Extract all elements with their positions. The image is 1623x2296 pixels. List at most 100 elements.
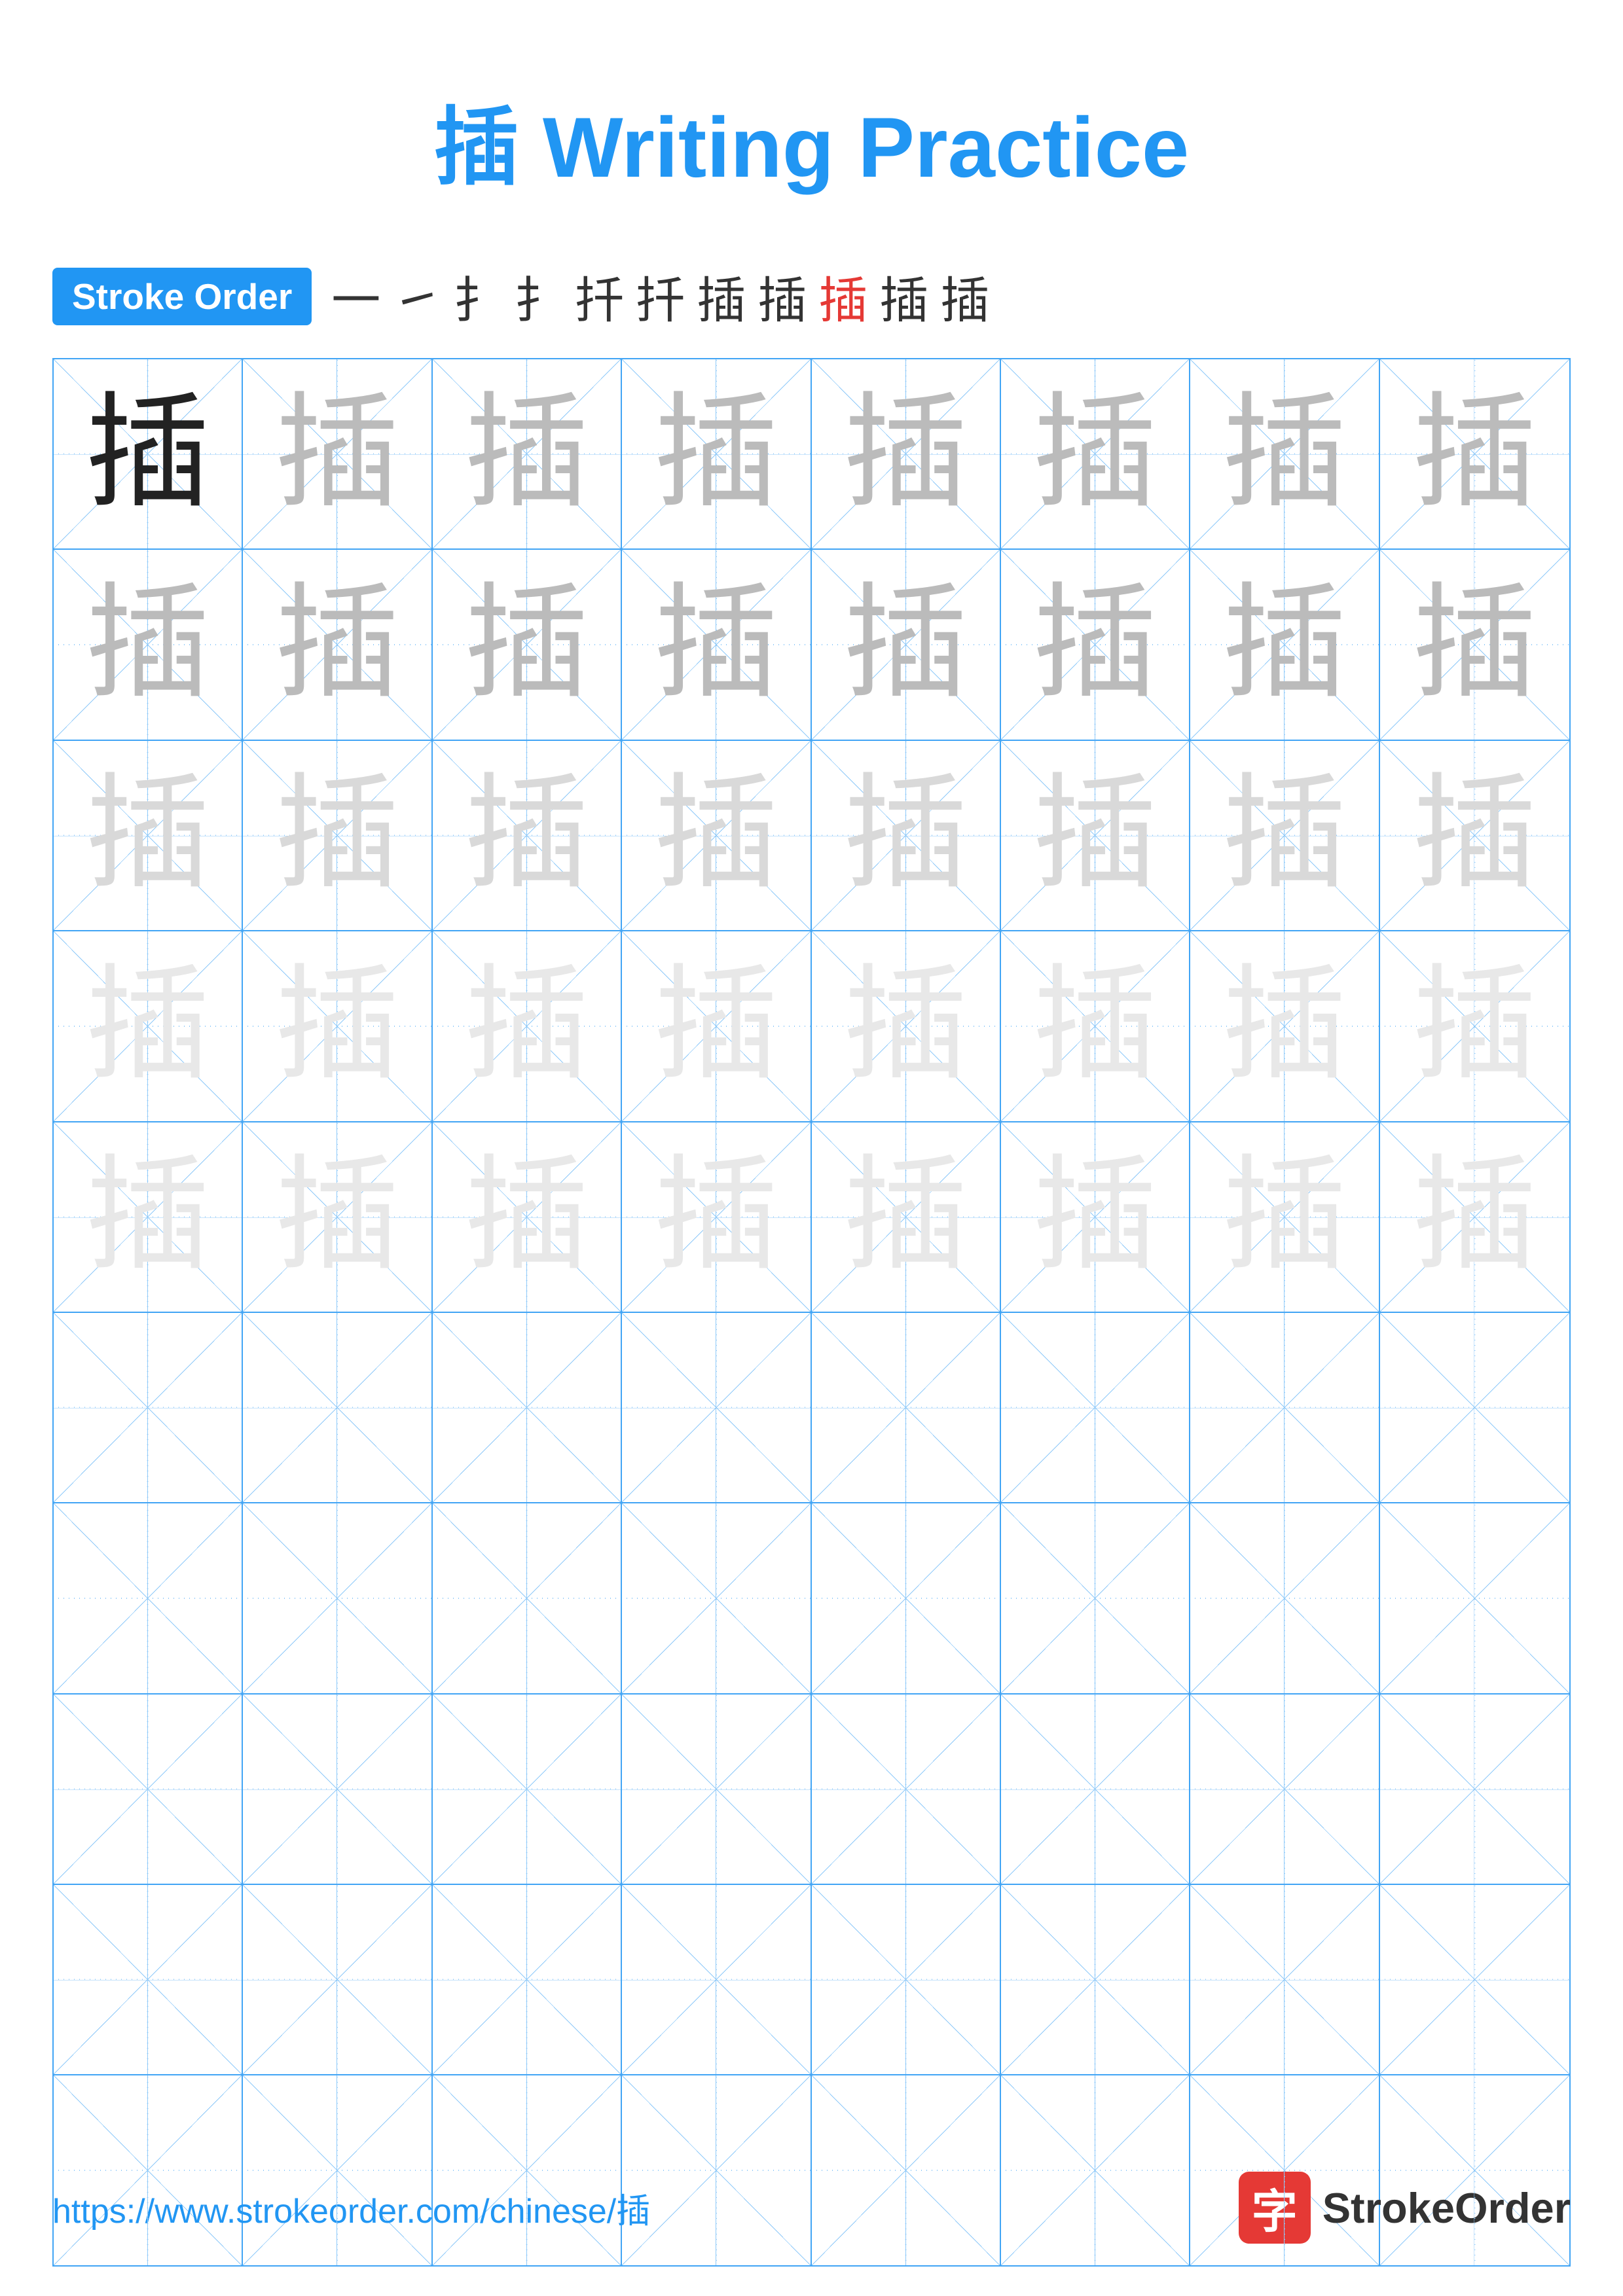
- cell-8-8[interactable]: [1380, 1695, 1569, 1884]
- cell-1-4[interactable]: 插: [622, 359, 811, 548]
- cell-2-7[interactable]: 插: [1190, 550, 1379, 739]
- cell-6-2[interactable]: [243, 1313, 432, 1502]
- cell-3-7[interactable]: 插: [1190, 741, 1379, 930]
- stroke-10: 插: [879, 260, 928, 332]
- page-title: 插 Writing Practice: [0, 0, 1623, 241]
- cell-4-7[interactable]: 插: [1190, 931, 1379, 1121]
- cell-5-2[interactable]: 插: [243, 1122, 432, 1312]
- cell-4-3[interactable]: 插: [433, 931, 622, 1121]
- cell-9-8[interactable]: [1380, 1885, 1569, 2074]
- grid-row-2: 插 插 插 插 插 插 插 插: [54, 550, 1569, 740]
- cell-6-1[interactable]: [54, 1313, 243, 1502]
- stroke-3: 扌: [453, 260, 502, 332]
- cell-7-7[interactable]: [1190, 1503, 1379, 1693]
- char-mid: 插: [654, 392, 778, 516]
- footer: https://www.strokeorder.com/chinese/插 字 …: [52, 2172, 1571, 2244]
- cell-2-1[interactable]: 插: [54, 550, 243, 739]
- cell-3-8[interactable]: 插: [1380, 741, 1569, 930]
- stroke-order-badge: Stroke Order: [52, 268, 312, 325]
- char-mid: 插: [843, 392, 968, 516]
- grid-row-9: [54, 1885, 1569, 2075]
- stroke-8: 插: [757, 260, 807, 332]
- cell-8-2[interactable]: [243, 1695, 432, 1884]
- char-mid: 插: [464, 392, 589, 516]
- cell-9-2[interactable]: [243, 1885, 432, 2074]
- cell-5-8[interactable]: 插: [1380, 1122, 1569, 1312]
- cell-3-1[interactable]: 插: [54, 741, 243, 930]
- cell-4-1[interactable]: 插: [54, 931, 243, 1121]
- stroke-5: 扦: [575, 260, 624, 332]
- cell-8-6[interactable]: [1001, 1695, 1190, 1884]
- cell-6-8[interactable]: [1380, 1313, 1569, 1502]
- cell-8-7[interactable]: [1190, 1695, 1379, 1884]
- cell-2-6[interactable]: 插: [1001, 550, 1190, 739]
- cell-6-5[interactable]: [812, 1313, 1001, 1502]
- cell-8-5[interactable]: [812, 1695, 1001, 1884]
- cell-3-5[interactable]: 插: [812, 741, 1001, 930]
- cell-1-3[interactable]: 插: [433, 359, 622, 548]
- cell-5-3[interactable]: 插: [433, 1122, 622, 1312]
- cell-8-4[interactable]: [622, 1695, 811, 1884]
- cell-1-1[interactable]: 插: [54, 359, 243, 548]
- cell-6-3[interactable]: [433, 1313, 622, 1502]
- cell-2-8[interactable]: 插: [1380, 550, 1569, 739]
- cell-8-1[interactable]: [54, 1695, 243, 1884]
- footer-url[interactable]: https://www.strokeorder.com/chinese/插: [52, 2183, 650, 2233]
- cell-3-6[interactable]: 插: [1001, 741, 1190, 930]
- cell-4-4[interactable]: 插: [622, 931, 811, 1121]
- cell-9-3[interactable]: [433, 1885, 622, 2074]
- cell-7-8[interactable]: [1380, 1503, 1569, 1693]
- cell-3-3[interactable]: 插: [433, 741, 622, 930]
- grid-row-7: [54, 1503, 1569, 1694]
- stroke-9: 插: [818, 260, 867, 332]
- practice-grid: 插 插 插 插 插 插 插 插 插 插 插 插 插 插 插 插: [52, 358, 1571, 2267]
- cell-9-7[interactable]: [1190, 1885, 1379, 2074]
- char-mid: 插: [1222, 392, 1347, 516]
- cell-1-5[interactable]: 插: [812, 359, 1001, 548]
- cell-3-2[interactable]: 插: [243, 741, 432, 930]
- cell-6-4[interactable]: [622, 1313, 811, 1502]
- cell-7-5[interactable]: [812, 1503, 1001, 1693]
- stroke-order-row: Stroke Order 一 ㇀ 扌 扌 扦 扦 插 插 插 插 插: [0, 241, 1623, 358]
- cell-7-2[interactable]: [243, 1503, 432, 1693]
- cell-9-6[interactable]: [1001, 1885, 1190, 2074]
- cell-5-6[interactable]: 插: [1001, 1122, 1190, 1312]
- grid-row-3: 插 插 插 插 插 插 插 插: [54, 741, 1569, 931]
- cell-5-1[interactable]: 插: [54, 1122, 243, 1312]
- cell-7-3[interactable]: [433, 1503, 622, 1693]
- grid-row-1: 插 插 插 插 插 插 插 插: [54, 359, 1569, 550]
- cell-4-2[interactable]: 插: [243, 931, 432, 1121]
- cell-5-4[interactable]: 插: [622, 1122, 811, 1312]
- cell-5-7[interactable]: 插: [1190, 1122, 1379, 1312]
- stroke-4: 扌: [514, 260, 563, 332]
- cell-4-5[interactable]: 插: [812, 931, 1001, 1121]
- cell-2-2[interactable]: 插: [243, 550, 432, 739]
- stroke-2: ㇀: [392, 260, 441, 332]
- cell-4-8[interactable]: 插: [1380, 931, 1569, 1121]
- cell-2-5[interactable]: 插: [812, 550, 1001, 739]
- cell-2-3[interactable]: 插: [433, 550, 622, 739]
- cell-4-6[interactable]: 插: [1001, 931, 1190, 1121]
- cell-7-4[interactable]: [622, 1503, 811, 1693]
- stroke-1: 一: [331, 260, 380, 332]
- char-dark: 插: [86, 392, 210, 516]
- cell-9-1[interactable]: [54, 1885, 243, 2074]
- cell-8-3[interactable]: [433, 1695, 622, 1884]
- grid-row-4: 插 插 插 插 插 插 插 插: [54, 931, 1569, 1122]
- cell-1-7[interactable]: 插: [1190, 359, 1379, 548]
- cell-2-4[interactable]: 插: [622, 550, 811, 739]
- cell-3-4[interactable]: 插: [622, 741, 811, 930]
- cell-5-5[interactable]: 插: [812, 1122, 1001, 1312]
- cell-9-5[interactable]: [812, 1885, 1001, 2074]
- cell-7-1[interactable]: [54, 1503, 243, 1693]
- cell-1-2[interactable]: 插: [243, 359, 432, 548]
- cell-1-6[interactable]: 插: [1001, 359, 1190, 548]
- grid-row-5: 插 插 插 插 插 插 插 插: [54, 1122, 1569, 1313]
- cell-9-4[interactable]: [622, 1885, 811, 2074]
- cell-6-7[interactable]: [1190, 1313, 1379, 1502]
- cell-7-6[interactable]: [1001, 1503, 1190, 1693]
- cell-1-8[interactable]: 插: [1380, 359, 1569, 548]
- stroke-6: 扦: [636, 260, 685, 332]
- char-mid: 插: [275, 392, 399, 516]
- cell-6-6[interactable]: [1001, 1313, 1190, 1502]
